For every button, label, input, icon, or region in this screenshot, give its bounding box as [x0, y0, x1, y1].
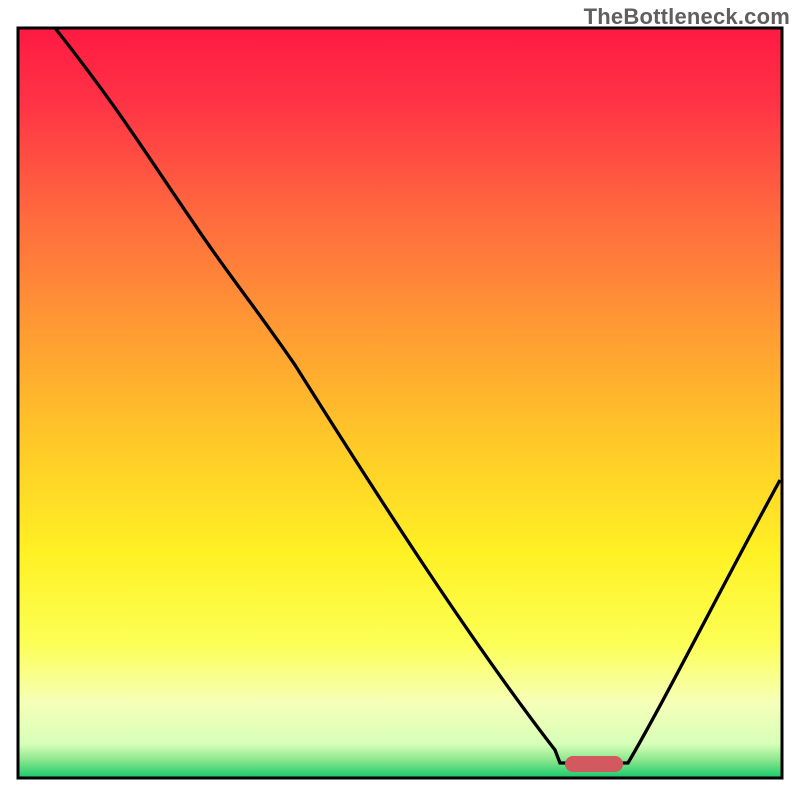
bottleneck-chart — [0, 0, 800, 800]
optimal-marker — [565, 756, 623, 772]
plot-background — [18, 28, 782, 778]
watermark-text: TheBottleneck.com — [584, 4, 790, 30]
chart-container: TheBottleneck.com — [0, 0, 800, 800]
